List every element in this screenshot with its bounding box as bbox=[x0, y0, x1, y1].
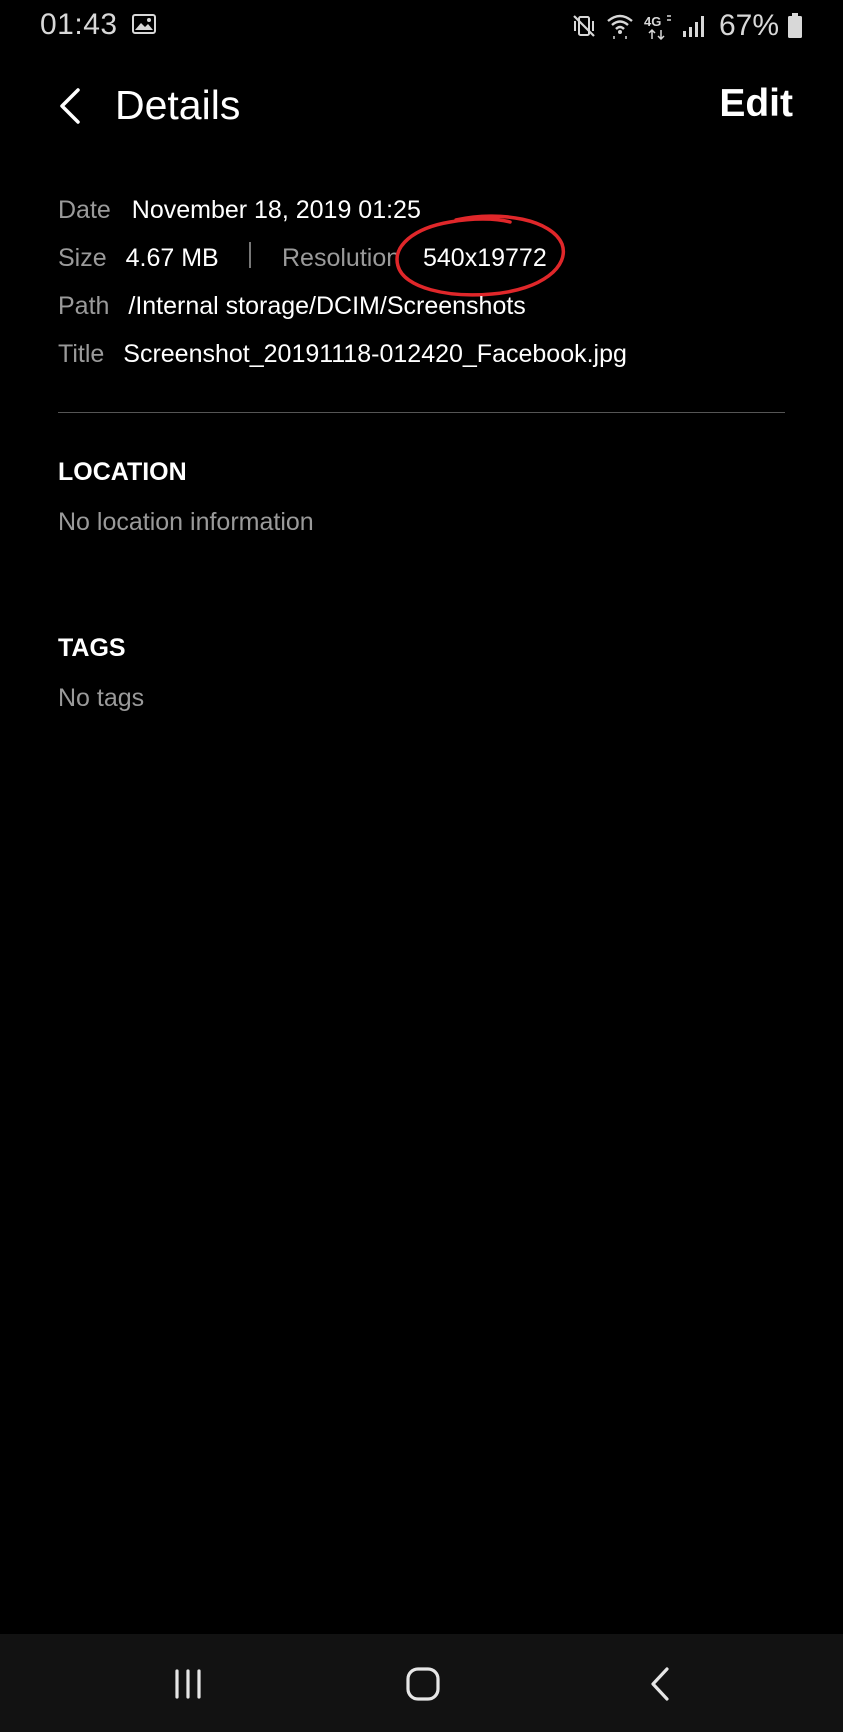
section-divider bbox=[58, 412, 785, 413]
back-icon bbox=[651, 1667, 669, 1701]
edit-button[interactable]: Edit bbox=[719, 82, 793, 126]
home-button[interactable] bbox=[393, 1654, 453, 1714]
title-value: Screenshot_20191118-012420_Facebook.jpg bbox=[123, 340, 627, 368]
path-value: /Internal storage/DCIM/Screenshots bbox=[128, 292, 526, 320]
battery-percent: 67% bbox=[718, 9, 779, 42]
size-resolution-divider bbox=[249, 242, 251, 268]
tags-info: No tags bbox=[58, 684, 145, 712]
nav-back-button[interactable] bbox=[630, 1654, 690, 1714]
resolution-value: 540x19772 bbox=[423, 244, 547, 272]
location-info: No location information bbox=[58, 508, 314, 536]
date-row: Date November 18, 2019 01:25 bbox=[58, 196, 421, 225]
signal-icon bbox=[682, 16, 704, 37]
resolution-label: Resolution bbox=[282, 244, 401, 272]
lte-4g-icon: 4G bbox=[644, 14, 671, 40]
app-bar: Details Edit bbox=[0, 70, 843, 142]
recents-button[interactable] bbox=[158, 1654, 218, 1714]
status-icons: 4G 67% bbox=[571, 9, 803, 42]
recents-icon bbox=[175, 1669, 201, 1699]
date-value: November 18, 2019 01:25 bbox=[131, 196, 421, 224]
size-value: 4.67 MB bbox=[125, 244, 219, 272]
status-time: 01:43 bbox=[40, 8, 118, 41]
status-bar: 01:43 4G 67% bbox=[0, 0, 843, 52]
gallery-icon bbox=[132, 14, 156, 34]
path-row: Path /Internal storage/DCIM/Screenshots bbox=[58, 292, 526, 321]
svg-text:4G: 4G bbox=[644, 14, 661, 29]
chevron-left-icon bbox=[60, 88, 80, 124]
back-button[interactable] bbox=[54, 86, 86, 126]
battery-icon bbox=[788, 13, 802, 38]
size-row: Size 4.67 MB bbox=[58, 244, 219, 273]
wifi-icon bbox=[607, 14, 633, 39]
page-title: Details bbox=[115, 82, 241, 128]
mute-vibrate-icon bbox=[573, 15, 595, 37]
tags-header: TAGS bbox=[58, 634, 126, 662]
location-header: LOCATION bbox=[58, 458, 187, 486]
navigation-bar bbox=[0, 1634, 843, 1732]
home-icon bbox=[406, 1667, 440, 1701]
title-row: Title Screenshot_20191118-012420_Faceboo… bbox=[58, 340, 627, 369]
title-label: Title bbox=[58, 340, 105, 368]
size-label: Size bbox=[58, 244, 107, 272]
path-label: Path bbox=[58, 292, 110, 320]
date-label: Date bbox=[58, 196, 111, 224]
